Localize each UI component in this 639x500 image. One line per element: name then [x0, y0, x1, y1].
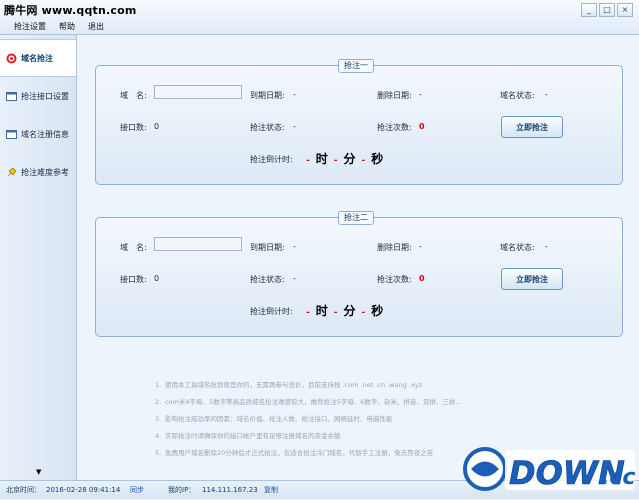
menu-help[interactable]: 帮助 [52, 20, 81, 33]
menu-exit[interactable]: 退出 [81, 20, 110, 33]
down-cc-logo: DOWN .cc [461, 440, 639, 498]
countdown-label: 抢注倒计时: [250, 307, 293, 316]
countdown-display: - 时 - 分 - 秒 [300, 150, 383, 167]
sidebar-item-difficulty-reference[interactable]: 抢注难度参考 [0, 153, 76, 191]
expire-date-label: 到期日期: [250, 91, 285, 100]
domain-status-label: 域名状态: [500, 243, 535, 252]
my-ip-value: 114.111.167.23 [202, 486, 258, 494]
sidebar-item-label: 抢注难度参考 [21, 167, 69, 177]
countdown-minutes: - [333, 156, 338, 166]
interface-count-value: 0 [154, 274, 160, 283]
window-controls: _ □ × [581, 3, 633, 17]
close-button[interactable]: × [617, 3, 633, 17]
sync-time-link[interactable]: 同步 [130, 481, 144, 499]
countdown-seconds-unit: 秒 [371, 304, 384, 318]
sidebar-scroll-down-button[interactable]: ▼ [36, 468, 41, 476]
domain-label: 域 名: [120, 91, 147, 100]
domain-input[interactable] [154, 237, 242, 251]
sidebar-item-label: 抢注接口设置 [21, 91, 69, 101]
countdown-minutes-unit: 分 [343, 152, 356, 166]
countdown-label: 抢注倒计时: [250, 155, 293, 164]
note-item: 1. 使用本工具域名抢到就是你的，无需再参与竞价，目前支持抢 .com .net … [155, 381, 423, 389]
my-ip-label: 我的IP： [168, 486, 196, 494]
sidebar-item-interface-settings[interactable]: 抢注接口设置 [0, 77, 76, 115]
maximize-button[interactable]: □ [599, 3, 615, 17]
logo-suffix: .cc [601, 465, 635, 490]
countdown-minutes-unit: 分 [343, 304, 356, 318]
delete-date-value: - [419, 90, 422, 99]
expire-date-value: - [293, 90, 296, 99]
expire-date-label: 到期日期: [250, 243, 285, 252]
snipe-status-value: - [293, 274, 296, 283]
interface-count-value: 0 [154, 122, 160, 131]
snipe-panel-2: 抢注二 域 名: 到期日期: - 删除日期: - 域名状态: - 接口数: 0 … [95, 211, 623, 337]
beijing-time-label: 北京时间： [6, 486, 41, 494]
domain-status-value: - [545, 90, 548, 99]
note-item: 3. 影响抢注成功率的因素：域名价值、抢注人数、抢注接口、网络延时、电脑性能 [155, 415, 393, 423]
snipe-attempts-label: 抢注次数: [377, 275, 412, 284]
main-content: 抢注一 域 名: 到期日期: - 删除日期: - 域名状态: - 接口数: 0 … [77, 35, 639, 480]
countdown-hours: - [306, 308, 310, 318]
countdown-hours: - [306, 156, 310, 166]
panel-title: 抢注一 [338, 59, 374, 73]
expire-date-value: - [293, 242, 296, 251]
countdown-seconds: - [361, 308, 366, 318]
sidebar-item-registration-info[interactable]: 域名注册信息 [0, 115, 76, 153]
window-icon [6, 129, 17, 140]
countdown-minutes: - [333, 308, 338, 318]
panel-title: 抢注二 [338, 211, 374, 225]
window-icon [6, 91, 17, 102]
pin-icon [6, 167, 17, 178]
delete-date-value: - [419, 242, 422, 251]
snipe-now-button[interactable]: 立即抢注 [501, 268, 563, 290]
menu-bar: 抢注设置 帮助 退出 [8, 20, 110, 33]
interface-count-label: 接口数: [120, 275, 147, 284]
countdown-seconds-unit: 秒 [371, 152, 384, 166]
snipe-attempts-value: 0 [419, 122, 425, 131]
snipe-status-label: 抢注状态: [250, 275, 285, 284]
countdown-display: - 时 - 分 - 秒 [300, 302, 383, 319]
snipe-now-button[interactable]: 立即抢注 [501, 116, 563, 138]
snipe-status-value: - [293, 122, 296, 131]
domain-input[interactable] [154, 85, 242, 99]
target-icon [6, 53, 17, 64]
copy-ip-link[interactable]: 复制 [264, 481, 278, 499]
countdown-hours-unit: 时 [315, 304, 328, 318]
sidebar: 域名抢注 抢注接口设置 域名注册信息 抢注难度参考 ▼ [0, 35, 77, 480]
sidebar-item-domain-snipe[interactable]: 域名抢注 [0, 39, 76, 77]
snipe-attempts-value: 0 [419, 274, 425, 283]
interface-count-label: 接口数: [120, 123, 147, 132]
domain-status-value: - [545, 242, 548, 251]
delete-date-label: 删除日期: [377, 243, 412, 252]
snipe-panel-1: 抢注一 域 名: 到期日期: - 删除日期: - 域名状态: - 接口数: 0 … [95, 59, 623, 185]
title-bar: 腾牛网 www.qqtn.com 抢注设置 帮助 退出 _ □ × [0, 0, 639, 35]
beijing-time-value: 2016-02-28 09:41:14 [46, 486, 121, 494]
domain-status-label: 域名状态: [500, 91, 535, 100]
snipe-attempts-label: 抢注次数: [377, 123, 412, 132]
sidebar-item-label: 域名注册信息 [21, 129, 69, 139]
sidebar-item-label: 域名抢注 [21, 53, 53, 63]
watermark-text: 腾牛网 www.qqtn.com [4, 4, 137, 17]
delete-date-label: 删除日期: [377, 91, 412, 100]
countdown-seconds: - [361, 156, 366, 166]
note-item: 2. com米4字母、5数字等高品质域名抢注难度较大，推荐抢注5字母、6数字、杂米… [155, 398, 462, 406]
snipe-status-label: 抢注状态: [250, 123, 285, 132]
domain-label: 域 名: [120, 243, 147, 252]
menu-snipe-settings[interactable]: 抢注设置 [8, 20, 52, 33]
countdown-hours-unit: 时 [315, 152, 328, 166]
minimize-button[interactable]: _ [581, 3, 597, 17]
